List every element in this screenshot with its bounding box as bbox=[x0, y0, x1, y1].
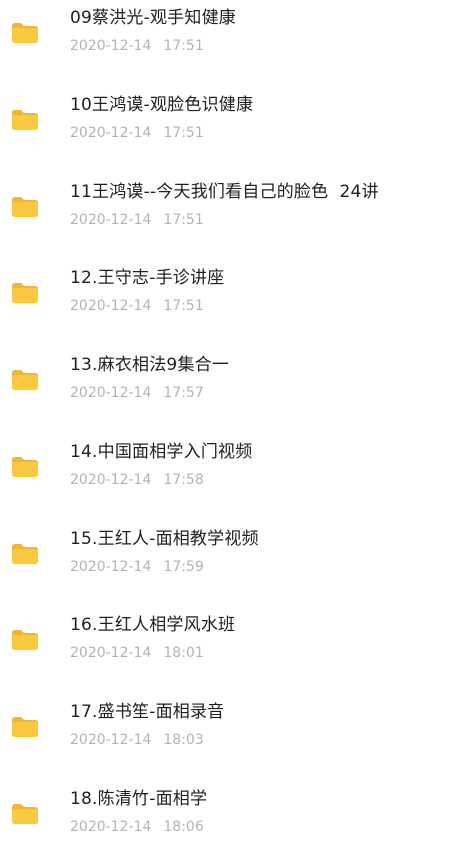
list-item[interactable]: 14.中国面相学入门视频 2020-12-14 17:58 bbox=[0, 434, 462, 521]
folder-name: 12.王守志-手诊讲座 bbox=[70, 268, 225, 288]
list-item[interactable]: 12.王守志-手诊讲座 2020-12-14 17:51 bbox=[0, 260, 462, 347]
list-item[interactable]: 16.王红人相学风水班 2020-12-14 18:01 bbox=[0, 607, 462, 694]
folder-name: 09蔡洪光-观手知健康 bbox=[70, 8, 236, 28]
folder-time: 18:06 bbox=[163, 819, 204, 835]
folder-name: 18.陈清竹-面相学 bbox=[70, 789, 208, 809]
folder-date: 2020-12-14 bbox=[70, 125, 152, 141]
folder-icon bbox=[11, 803, 39, 825]
list-item[interactable]: 10王鸿谟-观脸色识健康 2020-12-14 17:51 bbox=[0, 87, 462, 174]
folder-meta: 2020-12-14 17:59 bbox=[70, 557, 204, 577]
folder-date: 2020-12-14 bbox=[70, 645, 152, 661]
list-item[interactable]: 11王鸿谟--今天我们看自己的脸色 24讲 2020-12-14 17:51 bbox=[0, 174, 462, 261]
folder-meta: 2020-12-14 17:51 bbox=[70, 36, 204, 56]
folder-time: 18:01 bbox=[163, 645, 204, 661]
folder-date: 2020-12-14 bbox=[70, 38, 152, 54]
folder-meta: 2020-12-14 17:51 bbox=[70, 123, 204, 143]
folder-time: 17:58 bbox=[163, 472, 204, 488]
folder-meta: 2020-12-14 17:51 bbox=[70, 296, 204, 316]
folder-time: 17:51 bbox=[163, 38, 204, 54]
folder-time: 17:51 bbox=[163, 298, 204, 314]
folder-meta: 2020-12-14 17:51 bbox=[70, 210, 204, 230]
folder-icon bbox=[11, 109, 39, 131]
list-item[interactable]: 18.陈清竹-面相学 2020-12-14 18:06 bbox=[0, 781, 462, 868]
folder-meta: 2020-12-14 18:03 bbox=[70, 730, 204, 750]
folder-meta: 2020-12-14 17:58 bbox=[70, 470, 204, 490]
folder-icon bbox=[11, 716, 39, 738]
folder-icon bbox=[11, 456, 39, 478]
list-item[interactable]: 17.盛书笙-面相录音 2020-12-14 18:03 bbox=[0, 694, 462, 781]
folder-date: 2020-12-14 bbox=[70, 385, 152, 401]
folder-date: 2020-12-14 bbox=[70, 298, 152, 314]
list-item[interactable]: 15.王红人-面相教学视频 2020-12-14 17:59 bbox=[0, 521, 462, 608]
folder-meta: 2020-12-14 18:01 bbox=[70, 643, 204, 663]
list-item[interactable]: 09蔡洪光-观手知健康 2020-12-14 17:51 bbox=[0, 0, 462, 87]
folder-name: 16.王红人相学风水班 bbox=[70, 615, 236, 635]
folder-time: 17:57 bbox=[163, 385, 204, 401]
file-list: 09蔡洪光-观手知健康 2020-12-14 17:51 10王鸿谟-观脸色识健康… bbox=[0, 0, 462, 835]
folder-name: 10王鸿谟-观脸色识健康 bbox=[70, 95, 254, 115]
list-item[interactable]: 13.麻衣相法9集合一 2020-12-14 17:57 bbox=[0, 347, 462, 434]
folder-icon bbox=[11, 282, 39, 304]
folder-icon bbox=[11, 629, 39, 651]
folder-date: 2020-12-14 bbox=[70, 559, 152, 575]
folder-time: 18:03 bbox=[163, 732, 204, 748]
folder-name: 11王鸿谟--今天我们看自己的脸色 24讲 bbox=[70, 182, 379, 202]
folder-date: 2020-12-14 bbox=[70, 732, 152, 748]
folder-time: 17:59 bbox=[163, 559, 204, 575]
folder-name: 17.盛书笙-面相录音 bbox=[70, 702, 225, 722]
folder-meta: 2020-12-14 17:57 bbox=[70, 383, 204, 403]
folder-date: 2020-12-14 bbox=[70, 472, 152, 488]
folder-icon bbox=[11, 22, 39, 44]
folder-date: 2020-12-14 bbox=[70, 819, 152, 835]
folder-name: 15.王红人-面相教学视频 bbox=[70, 529, 259, 549]
folder-name: 13.麻衣相法9集合一 bbox=[70, 355, 230, 375]
folder-meta: 2020-12-14 18:06 bbox=[70, 817, 204, 837]
folder-time: 17:51 bbox=[163, 212, 204, 228]
folder-icon bbox=[11, 543, 39, 565]
folder-time: 17:51 bbox=[163, 125, 204, 141]
folder-icon bbox=[11, 196, 39, 218]
folder-date: 2020-12-14 bbox=[70, 212, 152, 228]
folder-name: 14.中国面相学入门视频 bbox=[70, 442, 253, 462]
folder-icon bbox=[11, 369, 39, 391]
